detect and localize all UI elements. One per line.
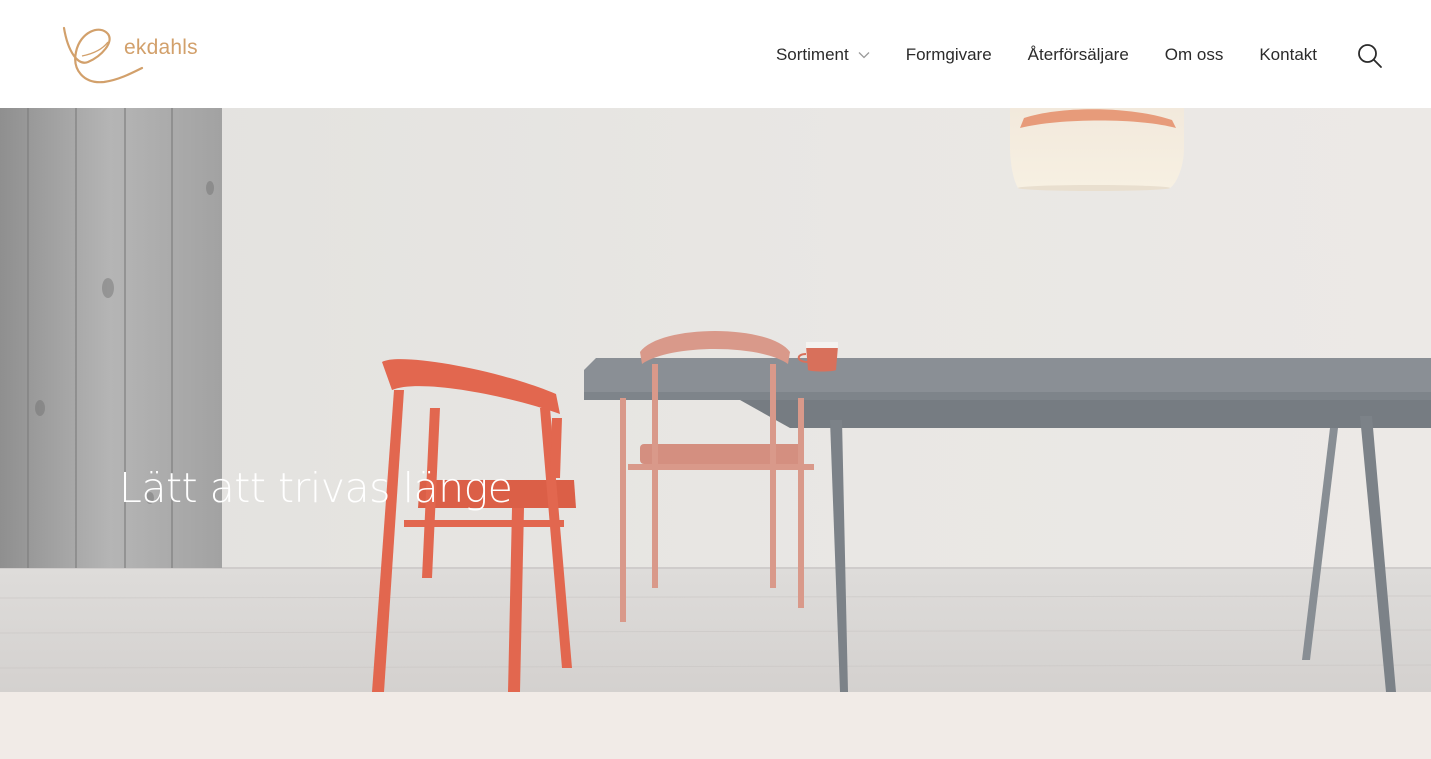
search-button[interactable]	[1357, 43, 1383, 69]
hero-banner: Lätt att trivas länge	[0, 108, 1431, 692]
nav-item-sortiment[interactable]: Sortiment	[776, 45, 870, 65]
nav-item-om-oss[interactable]: Om oss	[1165, 45, 1224, 65]
hero-image	[0, 108, 1431, 692]
nav-item-aterforsaljare[interactable]: Återförsäljare	[1028, 45, 1129, 65]
ekdahls-logo[interactable]: ekdahls	[58, 22, 208, 88]
main-nav: Sortiment Formgivare Återförsäljare Om o…	[776, 43, 1317, 67]
hero-title: Lätt att trivas länge	[119, 464, 513, 512]
nav-item-kontakt[interactable]: Kontakt	[1259, 45, 1317, 65]
nav-item-label: Om oss	[1164, 45, 1224, 64]
search-icon	[1358, 44, 1382, 68]
chevron-down-icon	[858, 52, 870, 59]
content-section	[0, 692, 1431, 759]
logo-wordmark: ekdahls	[124, 36, 198, 59]
nav-item-formgivare[interactable]: Formgivare	[906, 45, 992, 65]
nav-item-label: Sortiment	[775, 45, 849, 64]
site-header: ekdahls Sortiment Formgivare Återförsälj…	[0, 0, 1431, 108]
nav-item-label: Återförsäljare	[1027, 45, 1129, 64]
nav-item-label: Kontakt	[1259, 45, 1317, 64]
nav-item-label: Formgivare	[905, 45, 992, 64]
